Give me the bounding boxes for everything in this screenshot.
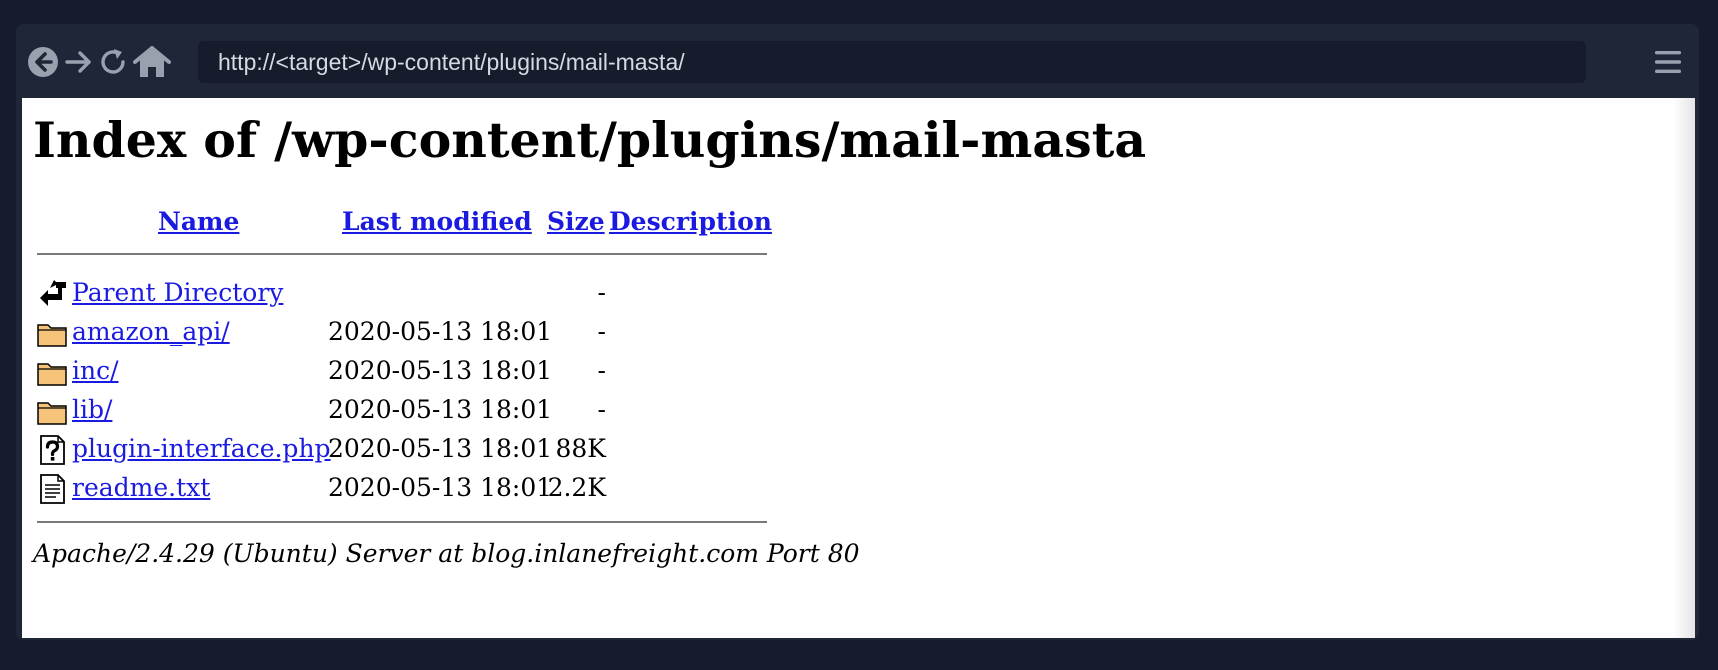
- file-size: 88K: [555, 434, 607, 463]
- column-header-last-modified[interactable]: Last modified: [342, 206, 532, 238]
- folder-icon: [37, 363, 67, 386]
- page-title: Index of /wp-content/plugins/mail-masta: [33, 111, 1147, 169]
- forward-arrow-icon: [65, 51, 91, 73]
- file-size: 2.2K: [547, 473, 606, 502]
- reload-button[interactable]: [96, 45, 130, 79]
- file-link[interactable]: lib/: [72, 394, 112, 426]
- back-circle-icon: [28, 47, 58, 77]
- folder-icon: [37, 402, 67, 425]
- column-header-size[interactable]: Size: [547, 206, 605, 238]
- modified-date: 2020-05-13 18:01: [328, 317, 553, 346]
- modified-date: 2020-05-13 18:01: [328, 434, 553, 463]
- list-item: lib/ 2020-05-13 18:01 -: [22, 391, 782, 429]
- footer-divider: [37, 521, 767, 523]
- list-item: inc/ 2020-05-13 18:01 -: [22, 352, 782, 390]
- folder-icon: [37, 324, 67, 347]
- file-link[interactable]: plugin-interface.php: [72, 433, 331, 465]
- home-button[interactable]: [132, 45, 172, 79]
- file-size: -: [597, 395, 606, 424]
- column-header-name[interactable]: Name: [158, 206, 239, 238]
- unknown-file-icon: [40, 435, 65, 465]
- reload-icon: [101, 49, 125, 74]
- file-link[interactable]: Parent Directory: [72, 277, 283, 309]
- file-size: -: [597, 356, 606, 385]
- hamburger-menu-button[interactable]: [1652, 46, 1684, 78]
- back-icon: [40, 280, 66, 306]
- hamburger-menu-icon: [1655, 51, 1681, 73]
- column-header-description[interactable]: Description: [609, 206, 772, 238]
- back-button[interactable]: [26, 45, 60, 79]
- modified-date: 2020-05-13 18:01: [328, 356, 553, 385]
- header-divider: [37, 253, 767, 255]
- server-signature: Apache/2.4.29 (Ubuntu) Server at blog.in…: [33, 539, 860, 568]
- list-item: plugin-interface.php 2020-05-13 18:01 88…: [22, 430, 782, 468]
- file-link[interactable]: inc/: [72, 355, 119, 387]
- home-icon: [133, 46, 171, 77]
- list-item: amazon_api/ 2020-05-13 18:01 -: [22, 313, 782, 351]
- modified-date: 2020-05-13 18:01: [328, 395, 553, 424]
- browser-toolbar: http://<target>/wp-content/plugins/mail-…: [16, 24, 1699, 98]
- list-item: readme.txt 2020-05-13 18:01 2.2K: [22, 469, 782, 507]
- text-file-icon: [40, 474, 65, 504]
- address-bar[interactable]: http://<target>/wp-content/plugins/mail-…: [198, 41, 1586, 83]
- file-size: -: [597, 317, 606, 346]
- file-link[interactable]: readme.txt: [72, 472, 210, 504]
- file-link[interactable]: amazon_api/: [72, 316, 230, 348]
- browser-window: http://<target>/wp-content/plugins/mail-…: [16, 24, 1699, 640]
- page-viewport: Index of /wp-content/plugins/mail-masta …: [22, 98, 1695, 638]
- modified-date: 2020-05-13 18:01: [328, 473, 553, 502]
- list-item: Parent Directory -: [22, 274, 782, 312]
- file-size: -: [597, 278, 606, 307]
- forward-button[interactable]: [62, 45, 96, 79]
